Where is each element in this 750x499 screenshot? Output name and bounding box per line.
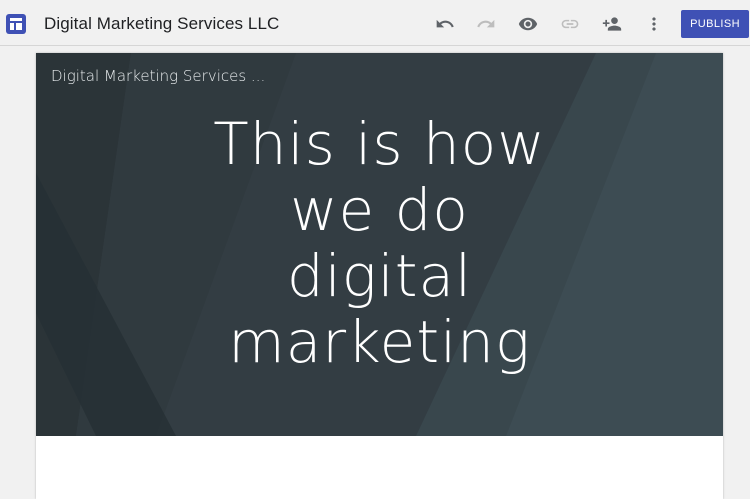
hero-header[interactable]: Digital Marketing Services ... This is h…: [36, 53, 723, 436]
link-icon[interactable]: [557, 11, 583, 37]
add-person-icon[interactable]: [599, 11, 625, 37]
page-canvas[interactable]: Digital Marketing Services ... This is h…: [36, 53, 723, 499]
undo-icon[interactable]: [432, 11, 458, 37]
more-vert-icon[interactable]: [641, 11, 667, 37]
site-title[interactable]: Digital Marketing Services LLC: [44, 14, 279, 34]
preview-eye-icon[interactable]: [515, 11, 541, 37]
publish-button[interactable]: PUBLISH: [681, 10, 749, 38]
redo-icon[interactable]: [473, 11, 499, 37]
sites-layout-icon[interactable]: [6, 14, 26, 34]
editor-toolbar: Digital Marketing Services LLC PUBLISH: [0, 0, 750, 46]
hero-heading[interactable]: This is how we do digital marketing: [36, 111, 723, 375]
hero-site-name[interactable]: Digital Marketing Services ...: [51, 67, 265, 85]
